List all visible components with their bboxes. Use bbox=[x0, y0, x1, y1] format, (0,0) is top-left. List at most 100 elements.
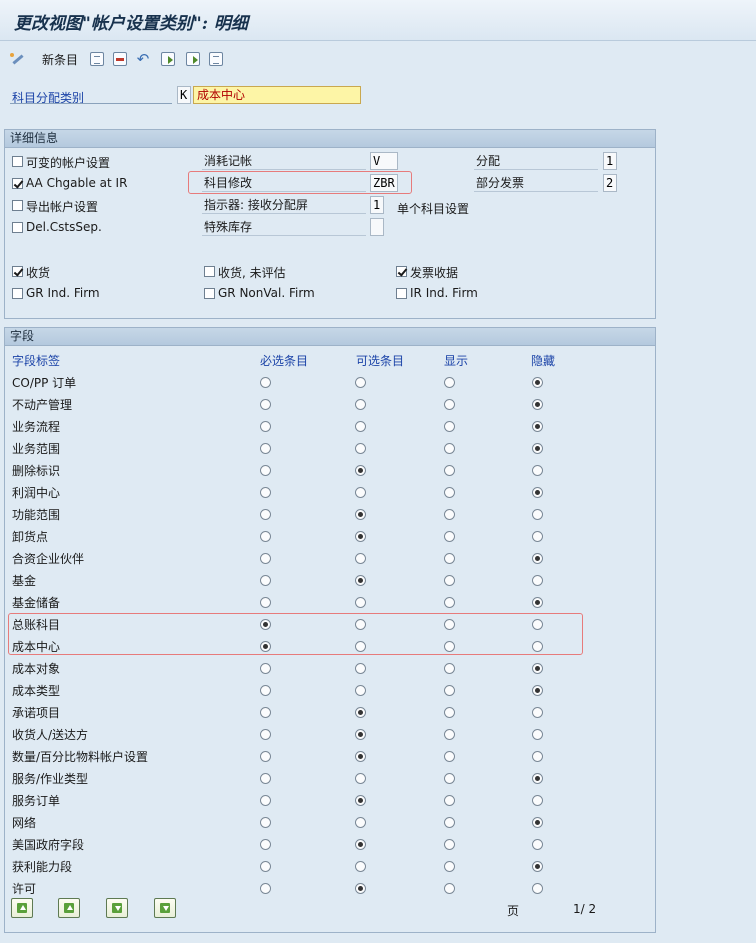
field-status-radio[interactable] bbox=[260, 377, 271, 388]
field-status-radio[interactable] bbox=[444, 729, 455, 740]
detail-flag-checkbox[interactable] bbox=[12, 266, 23, 277]
field-status-radio[interactable] bbox=[355, 729, 366, 740]
field-status-radio[interactable] bbox=[444, 421, 455, 432]
field-status-radio[interactable] bbox=[532, 817, 543, 828]
field-status-radio[interactable] bbox=[260, 861, 271, 872]
field-status-radio[interactable] bbox=[444, 883, 455, 894]
copy-as-button[interactable] bbox=[90, 49, 104, 69]
field-status-radio[interactable] bbox=[444, 443, 455, 454]
field-status-radio[interactable] bbox=[444, 663, 455, 674]
field-status-radio[interactable] bbox=[532, 487, 543, 498]
field-status-radio[interactable] bbox=[532, 575, 543, 586]
field-status-radio[interactable] bbox=[444, 839, 455, 850]
detail-flag-checkbox[interactable] bbox=[12, 288, 23, 299]
field-status-radio[interactable] bbox=[532, 531, 543, 542]
field-status-radio[interactable] bbox=[532, 707, 543, 718]
first-page-button[interactable] bbox=[11, 898, 33, 918]
field-status-radio[interactable] bbox=[355, 421, 366, 432]
field-status-radio[interactable] bbox=[260, 553, 271, 564]
field-status-radio[interactable] bbox=[260, 597, 271, 608]
field-status-radio[interactable] bbox=[355, 531, 366, 542]
field-status-radio[interactable] bbox=[260, 663, 271, 674]
field-status-radio[interactable] bbox=[444, 795, 455, 806]
field-status-radio[interactable] bbox=[355, 839, 366, 850]
field-status-radio[interactable] bbox=[355, 465, 366, 476]
field-status-radio[interactable] bbox=[260, 509, 271, 520]
field-status-radio[interactable] bbox=[355, 553, 366, 564]
field-status-radio[interactable] bbox=[355, 399, 366, 410]
field-status-radio[interactable] bbox=[355, 795, 366, 806]
next-entry-button[interactable] bbox=[186, 49, 200, 69]
detail-flag-checkbox[interactable] bbox=[396, 266, 407, 277]
field-status-radio[interactable] bbox=[355, 575, 366, 586]
field-status-radio[interactable] bbox=[355, 751, 366, 762]
last-page-button[interactable] bbox=[154, 898, 176, 918]
field-status-radio[interactable] bbox=[444, 487, 455, 498]
field-status-radio[interactable] bbox=[532, 751, 543, 762]
field-status-radio[interactable] bbox=[260, 729, 271, 740]
field-status-radio[interactable] bbox=[260, 839, 271, 850]
field-status-radio[interactable] bbox=[532, 795, 543, 806]
field-status-radio[interactable] bbox=[355, 685, 366, 696]
new-entries-button[interactable]: 新条目 bbox=[38, 49, 78, 69]
field-status-radio[interactable] bbox=[444, 751, 455, 762]
field-status-radio[interactable] bbox=[355, 707, 366, 718]
field-status-radio[interactable] bbox=[444, 861, 455, 872]
field-status-radio[interactable] bbox=[532, 465, 543, 476]
field-status-radio[interactable] bbox=[532, 861, 543, 872]
field-status-radio[interactable] bbox=[260, 751, 271, 762]
field-status-radio[interactable] bbox=[532, 883, 543, 894]
field-status-radio[interactable] bbox=[532, 663, 543, 674]
field-status-radio[interactable] bbox=[260, 465, 271, 476]
field-status-radio[interactable] bbox=[532, 443, 543, 454]
detail-checkbox[interactable] bbox=[12, 156, 23, 167]
field-status-radio[interactable] bbox=[444, 531, 455, 542]
acct-assign-desc-input[interactable]: 成本中心 bbox=[193, 86, 361, 104]
field-status-radio[interactable] bbox=[260, 685, 271, 696]
detail-flag-checkbox[interactable] bbox=[396, 288, 407, 299]
field-status-radio[interactable] bbox=[532, 399, 543, 410]
field-status-radio[interactable] bbox=[355, 861, 366, 872]
detail-field-value[interactable] bbox=[370, 218, 384, 236]
field-status-radio[interactable] bbox=[355, 487, 366, 498]
field-status-radio[interactable] bbox=[444, 509, 455, 520]
field-status-radio[interactable] bbox=[260, 531, 271, 542]
detail-right-value[interactable]: 2 bbox=[603, 174, 617, 192]
field-status-radio[interactable] bbox=[355, 773, 366, 784]
detail-checkbox[interactable] bbox=[12, 222, 23, 233]
field-status-radio[interactable] bbox=[355, 597, 366, 608]
field-status-radio[interactable] bbox=[355, 817, 366, 828]
field-status-radio[interactable] bbox=[355, 663, 366, 674]
undo-button[interactable]: ↶ bbox=[136, 49, 150, 69]
detail-field-value[interactable]: 1 bbox=[370, 196, 384, 214]
field-status-radio[interactable] bbox=[532, 729, 543, 740]
delete-button[interactable] bbox=[113, 49, 127, 69]
field-status-radio[interactable] bbox=[444, 575, 455, 586]
field-status-radio[interactable] bbox=[260, 817, 271, 828]
field-status-radio[interactable] bbox=[260, 443, 271, 454]
detail-checkbox[interactable] bbox=[12, 200, 23, 211]
field-status-radio[interactable] bbox=[444, 465, 455, 476]
field-status-radio[interactable] bbox=[260, 487, 271, 498]
previous-page-button[interactable] bbox=[58, 898, 80, 918]
field-status-radio[interactable] bbox=[444, 377, 455, 388]
field-status-radio[interactable] bbox=[355, 443, 366, 454]
field-status-radio[interactable] bbox=[444, 817, 455, 828]
field-status-radio[interactable] bbox=[260, 795, 271, 806]
field-status-radio[interactable] bbox=[444, 685, 455, 696]
field-status-radio[interactable] bbox=[444, 707, 455, 718]
field-status-radio[interactable] bbox=[444, 399, 455, 410]
field-status-radio[interactable] bbox=[532, 839, 543, 850]
field-status-radio[interactable] bbox=[532, 421, 543, 432]
previous-entry-button[interactable] bbox=[161, 49, 175, 69]
field-status-radio[interactable] bbox=[355, 883, 366, 894]
field-status-radio[interactable] bbox=[532, 553, 543, 564]
field-status-radio[interactable] bbox=[260, 421, 271, 432]
field-status-radio[interactable] bbox=[260, 883, 271, 894]
field-status-radio[interactable] bbox=[260, 575, 271, 586]
field-status-radio[interactable] bbox=[532, 377, 543, 388]
field-status-radio[interactable] bbox=[532, 773, 543, 784]
field-status-radio[interactable] bbox=[444, 773, 455, 784]
field-status-radio[interactable] bbox=[532, 597, 543, 608]
field-status-radio[interactable] bbox=[260, 707, 271, 718]
